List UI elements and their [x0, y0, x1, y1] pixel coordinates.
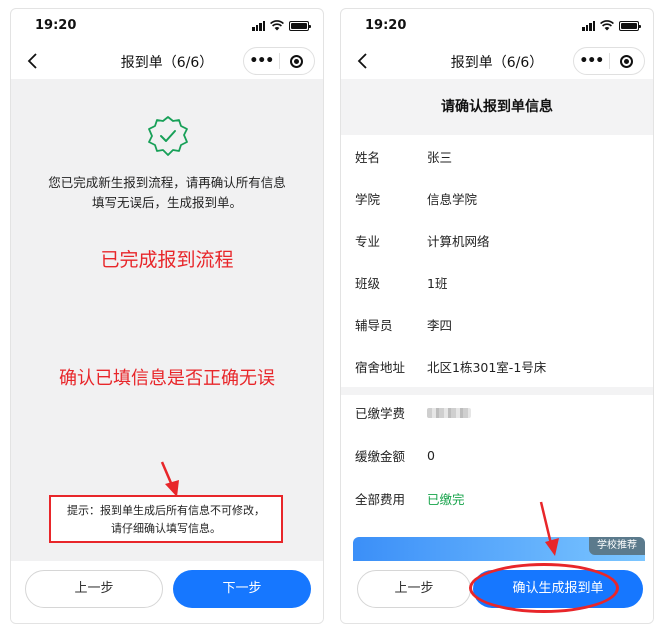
mini-program-close-icon[interactable] [280, 54, 315, 68]
battery-icon [619, 20, 641, 31]
completion-message: 您已完成新生报到流程，请再确认所有信息 填写无误后，生成报到单。 [48, 175, 286, 210]
info-row-major: 专业 计算机网络 [355, 233, 490, 249]
status-time: 19:20 [35, 18, 77, 33]
status-bar: 19:20 [341, 9, 653, 43]
bottom-action-bar: 上一步 确认生成报到单 [341, 561, 653, 623]
prev-step-button[interactable]: 上一步 [357, 570, 471, 608]
annotation-confirm: 确认已填信息是否正确无误 [59, 368, 275, 389]
signal-icon [582, 20, 595, 31]
next-step-button[interactable]: 下一步 [173, 570, 311, 608]
info-row-college: 学院 信息学院 [355, 191, 478, 207]
blurred-amount [427, 407, 471, 418]
paid-status: 已缴完 [427, 492, 465, 507]
signal-icon [252, 20, 265, 31]
tip-box: 提示：报到单生成后所有信息不可修改， 请仔细确认填写信息。 [49, 495, 283, 543]
info-row-name: 姓名 张三 [355, 149, 453, 165]
annotation-done: 已完成报到流程 [100, 249, 234, 271]
info-row-dorm: 宿舍地址 北区1栋301室-1号床 [355, 359, 547, 375]
bottom-action-bar: 上一步 下一步 [11, 561, 323, 623]
registration-info-list: 姓名 张三 学院 信息学院 专业 计算机网络 班级 1班 辅导员 李四 宿舍地址 北区1栋3… [341, 135, 653, 395]
wifi-icon [270, 20, 284, 31]
prev-step-button[interactable]: 上一步 [25, 570, 163, 608]
nav-bar: 报到单（6/6） ••• [11, 43, 323, 79]
phone-screen-right: 19:20 报到单（6/6） ••• 请确认报到单信息 姓名 张三 学院 信息学院 … [340, 8, 654, 624]
mini-program-close-icon[interactable] [610, 54, 645, 68]
banner-tag: 学校推荐 [589, 537, 645, 555]
mini-program-capsule: ••• [573, 47, 645, 75]
battery-icon [289, 20, 311, 31]
mini-program-capsule: ••• [243, 47, 315, 75]
school-recommend-banner[interactable]: 学校推荐 [353, 537, 645, 563]
success-check-icon [148, 116, 188, 156]
status-bar: 19:20 [11, 9, 323, 43]
info-row-deferred: 缓缴金额 0 [355, 448, 435, 464]
info-row-class: 班级 1班 [355, 275, 448, 291]
nav-bar: 报到单（6/6） ••• [341, 43, 653, 79]
info-row-counselor: 辅导员 李四 [355, 317, 453, 333]
status-time: 19:20 [365, 18, 407, 33]
phone-screen-left: 19:20 报到单（6/6） ••• 您已完成新生报到流程，请再确认所有信息 填… [10, 8, 324, 624]
fee-info-list: 已缴学费 缓缴金额 0 全部费用 已缴完 [341, 391, 653, 520]
wifi-icon [600, 20, 614, 31]
confirm-header: 请确认报到单信息 [341, 79, 653, 135]
more-dots-icon[interactable]: ••• [244, 48, 279, 74]
highlight-ellipse [469, 563, 619, 613]
more-dots-icon[interactable]: ••• [574, 48, 609, 74]
info-row-all-fees: 全部费用 已缴完 [341, 477, 653, 520]
info-row-tuition-paid: 已缴学费 [341, 391, 653, 434]
